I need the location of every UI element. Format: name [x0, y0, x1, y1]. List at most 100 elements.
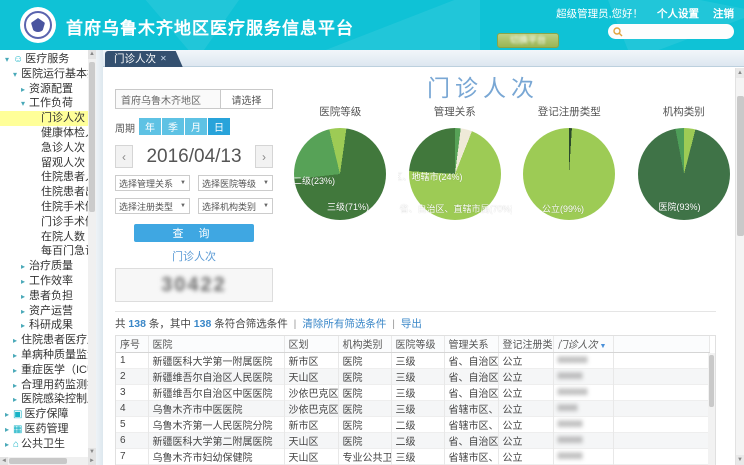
sidebar-item-医疗服务[interactable]: ▾☺医疗服务 — [0, 52, 88, 67]
chevron-right-icon[interactable]: ▸ — [5, 438, 13, 452]
chevron-right-icon[interactable]: ▸ — [13, 393, 21, 407]
chevron-down-icon[interactable]: ▾ — [13, 68, 21, 82]
sidebar-item-在院人数[interactable]: 在院人数 — [0, 230, 88, 245]
period-button-年[interactable]: 年 — [139, 118, 161, 135]
export-link[interactable]: 导出 — [401, 318, 422, 330]
sidebar-item-医疗保障[interactable]: ▸▣医疗保障 — [0, 407, 88, 422]
scroll-down-icon[interactable]: ▼ — [88, 448, 96, 457]
sidebar-vertical-scrollbar[interactable]: ▲ ▼ — [88, 50, 96, 457]
sidebar-item-医院运行基本指标[interactable]: ▾医院运行基本指标 — [0, 67, 88, 82]
sidebar-item-门诊人次[interactable]: 门诊人次 — [0, 111, 88, 126]
select-institution-category[interactable]: 选择机构类别▼ — [198, 198, 273, 214]
select-hospital-level[interactable]: 选择医院等级▼ — [198, 175, 273, 191]
column-header-登记注册类型[interactable]: 登记注册类型 — [498, 336, 553, 352]
period-button-日[interactable]: 日 — [208, 118, 230, 135]
table-row[interactable]: 5乌鲁木齐第一人民医院分院新市区医院二级省辖市区、地...公立88888 — [116, 416, 710, 432]
chevron-right-icon[interactable]: ▸ — [13, 379, 21, 393]
cell-hospital: 乌鲁木齐第一人民医院分院 — [148, 416, 284, 432]
scrollbar-thumb[interactable] — [709, 355, 714, 407]
sidebar-item-重症医学（ICU）质[interactable]: ▸重症医学（ICU）质 — [0, 363, 88, 378]
sidebar-item-留观人次[interactable]: 留观人次 — [0, 156, 88, 171]
clear-filters-link[interactable]: 清除所有筛选条件 — [302, 318, 386, 330]
cell-category: 医院 — [338, 384, 391, 400]
sidebar-item-每百门急诊入院人[interactable]: 每百门急诊入院人 — [0, 244, 88, 259]
sidebar-item-科研成果[interactable]: ▸科研成果 — [0, 318, 88, 333]
sidebar-item-住院手术例数[interactable]: 住院手术例数 — [0, 200, 88, 215]
chevron-right-icon[interactable]: ▸ — [21, 305, 29, 319]
scrollbar-thumb[interactable] — [9, 458, 67, 464]
select-registration-type[interactable]: 选择注册类型▼ — [115, 198, 190, 214]
column-header-管理关系[interactable]: 管理关系 — [444, 336, 498, 352]
sidebar-item-资产运营[interactable]: ▸资产运营 — [0, 304, 88, 319]
logout-link[interactable]: 注销 — [713, 6, 734, 21]
column-header-医院[interactable]: 医院 — [148, 336, 284, 352]
chevron-right-icon[interactable]: ▸ — [21, 275, 29, 289]
chevron-right-icon[interactable]: ▸ — [21, 83, 29, 97]
search-input[interactable] — [623, 26, 723, 38]
query-button[interactable]: 查 询 — [134, 224, 254, 242]
select-management-relation[interactable]: 选择管理关系▼ — [115, 175, 190, 191]
chevron-right-icon[interactable]: ▸ — [21, 290, 29, 304]
region-input[interactable] — [115, 89, 221, 109]
sidebar-item-住院患者医疗质量与[interactable]: ▸住院患者医疗质量与 — [0, 333, 88, 348]
chevron-right-icon[interactable]: ▸ — [5, 423, 13, 437]
sidebar-item-住院患者出院例数[interactable]: 住院患者出院例数 — [0, 185, 88, 200]
chevron-down-icon[interactable]: ▾ — [5, 53, 13, 67]
column-header-医院等级[interactable]: 医院等级 — [391, 336, 444, 352]
table-row[interactable]: 6新疆医科大学第二附属医院天山区医院二级省、自治区、...公立88888 — [116, 432, 710, 448]
sidebar-item-资源配置[interactable]: ▸资源配置 — [0, 82, 88, 97]
close-icon[interactable]: ✕ — [160, 54, 167, 63]
scroll-up-icon[interactable]: ▲ — [88, 50, 96, 59]
sidebar-item-健康体检人次[interactable]: 健康体检人次 — [0, 126, 88, 141]
sidebar-item-工作效率[interactable]: ▸工作效率 — [0, 274, 88, 289]
sort-desc-icon[interactable]: ▼ — [598, 343, 607, 350]
table-row[interactable]: 2新疆维吾尔自治区人民医院天山区医院三级省、自治区、...公立88888 — [116, 368, 710, 384]
table-row[interactable]: 4乌鲁木齐市中医医院沙依巴克区医院三级省辖市区、地...公立8888 — [116, 400, 710, 416]
sidebar-item-治疗质量[interactable]: ▸治疗质量 — [0, 259, 88, 274]
tab-outpatient-visits[interactable]: 门诊人次✕ — [105, 51, 183, 67]
sidebar-item-住院患者入院例数[interactable]: 住院患者入院例数 — [0, 170, 88, 185]
column-header-序号[interactable]: 序号 — [116, 336, 148, 352]
scrollbar-thumb[interactable] — [737, 96, 744, 236]
date-display[interactable]: 2016/04/13 — [133, 146, 255, 168]
scrollbar-thumb[interactable] — [89, 62, 95, 212]
chevron-right-icon[interactable]: ▸ — [13, 364, 21, 378]
table-row[interactable]: 3新疆维吾尔自治区中医医院沙依巴克区医院三级省、自治区、...公立888888 — [116, 384, 710, 400]
chevron-right-icon[interactable]: ▸ — [21, 319, 29, 333]
table-row[interactable]: 7乌鲁木齐市妇幼保健院天山区专业公共卫生...三级省辖市区、地...公立8888… — [116, 448, 710, 464]
period-button-月[interactable]: 月 — [185, 118, 207, 135]
region-select-button[interactable]: 请选择 — [221, 89, 273, 109]
sidebar-item-公共卫生[interactable]: ▸⌂公共卫生 — [0, 437, 88, 452]
sidebar-item-单病种质量监测指标[interactable]: ▸单病种质量监测指标 — [0, 348, 88, 363]
sidebar-item-医药管理[interactable]: ▸▦医药管理 — [0, 422, 88, 437]
scroll-left-icon[interactable]: ◄ — [0, 457, 8, 465]
cell-visits: 88888 — [553, 416, 613, 432]
scroll-down-icon[interactable]: ▼ — [736, 455, 744, 465]
main-vertical-scrollbar[interactable]: ▲ ▼ — [735, 68, 744, 465]
chevron-down-icon[interactable]: ▾ — [21, 97, 29, 111]
table-row[interactable]: 1新疆医科大学第一附属医院新市区医院三级省、自治区、...公立888888 — [116, 352, 710, 368]
scroll-right-icon[interactable]: ► — [88, 457, 96, 465]
prev-date-button[interactable]: ‹ — [115, 145, 133, 168]
chevron-right-icon[interactable]: ▸ — [5, 408, 13, 422]
chevron-right-icon[interactable]: ▸ — [21, 260, 29, 274]
column-header-门诊人次[interactable]: 门诊人次 ▼ — [553, 336, 613, 352]
sidebar-item-工作负荷[interactable]: ▾工作负荷 — [0, 96, 88, 111]
sidebar-item-合理用药监测指标[interactable]: ▸合理用药监测指标 — [0, 378, 88, 393]
column-header-区划[interactable]: 区划 — [284, 336, 338, 352]
scroll-up-icon[interactable]: ▲ — [736, 68, 744, 78]
table-vertical-scrollbar[interactable] — [708, 353, 715, 465]
header-search[interactable] — [608, 24, 734, 39]
sidebar-item-患者负担[interactable]: ▸患者负担 — [0, 289, 88, 304]
column-header-机构类别[interactable]: 机构类别 — [338, 336, 391, 352]
sidebar-item-门诊手术例数[interactable]: 门诊手术例数 — [0, 215, 88, 230]
chevron-right-icon[interactable]: ▸ — [13, 349, 21, 363]
period-button-季[interactable]: 季 — [162, 118, 184, 135]
chevron-right-icon[interactable]: ▸ — [13, 334, 21, 348]
sidebar-item-急诊人次[interactable]: 急诊人次 — [0, 141, 88, 156]
sidebar-item-医院感染控制质量监[interactable]: ▸医院感染控制质量监 — [0, 392, 88, 407]
personal-settings-link[interactable]: 个人设置 — [657, 6, 699, 21]
switch-platform-button[interactable]: 切换平台 — [497, 33, 559, 48]
sidebar-horizontal-scrollbar[interactable]: ◄ ► — [0, 457, 96, 465]
next-date-button[interactable]: › — [255, 145, 273, 168]
